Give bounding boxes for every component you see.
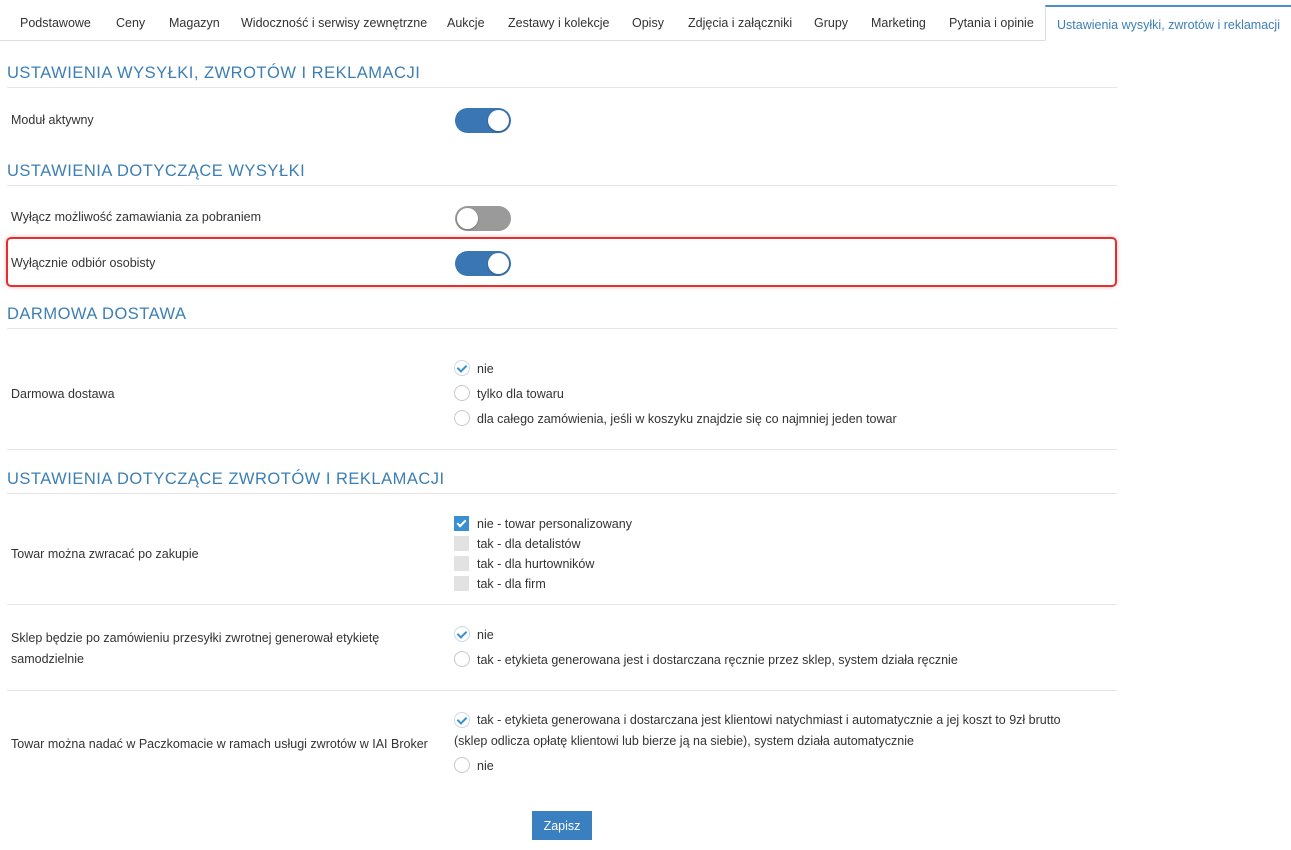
option-label: nie xyxy=(477,759,494,773)
option-label: tak - etykieta generowana jest i dostarc… xyxy=(477,653,958,667)
cod-disable-toggle[interactable] xyxy=(455,206,511,231)
divider xyxy=(7,87,1117,88)
option-label: dla całego zamówienia, jeśli w koszyku z… xyxy=(477,412,897,426)
save-button[interactable]: Zapisz xyxy=(532,811,592,840)
module-active-toggle[interactable] xyxy=(455,108,511,133)
radio[interactable] xyxy=(454,651,470,667)
tab-zestawy[interactable]: Zestawy i kolekcje xyxy=(508,6,609,40)
section-title-returns: USTAWIENIA DOTYCZĄCE ZWROTÓW I REKLAMACJ… xyxy=(7,470,445,488)
toggle-knob xyxy=(457,208,478,229)
tab-aukcje[interactable]: Aukcje xyxy=(447,6,485,40)
radio[interactable] xyxy=(454,757,470,773)
tab-grupy[interactable]: Grupy xyxy=(814,6,848,40)
option-label: tak - dla detalistów xyxy=(477,537,581,551)
tab-opisy[interactable]: Opisy xyxy=(632,6,664,40)
tab-magazyn[interactable]: Magazyn xyxy=(169,6,220,40)
cod-disable-label: Wyłącz możliwość zamawiania za pobraniem xyxy=(11,210,261,224)
tab-zdjecia[interactable]: Zdjęcia i załączniki xyxy=(688,6,792,40)
option-label: tak - dla hurtowników xyxy=(477,557,595,571)
tab-ceny[interactable]: Ceny xyxy=(116,6,145,40)
radio[interactable] xyxy=(454,410,470,426)
divider xyxy=(7,328,1117,329)
section-title-main: USTAWIENIA WYSYŁKI, ZWROTÓW I REKLAMACJI xyxy=(7,64,421,82)
section-title-free-delivery: DARMOWA DOSTAWA xyxy=(7,305,187,323)
module-active-label: Moduł aktywny xyxy=(11,113,94,127)
radio[interactable] xyxy=(454,385,470,401)
highlight-box xyxy=(6,237,1117,287)
divider xyxy=(7,690,1117,691)
radio-checked[interactable] xyxy=(454,626,470,642)
paczkomat-label: Towar można nadać w Paczkomacie w ramach… xyxy=(11,737,428,751)
tab-pytania[interactable]: Pytania i opinie xyxy=(949,6,1034,40)
paczkomat-option-tak-label: tak - etykieta generowana i dostarczana … xyxy=(454,713,1061,748)
free-delivery-label: Darmowa dostawa xyxy=(11,387,115,401)
divider xyxy=(7,493,1117,494)
toggle-knob xyxy=(488,253,509,274)
pickup-only-toggle[interactable] xyxy=(455,251,511,276)
tab-widocznosc[interactable]: Widoczność i serwisy zewnętrzne xyxy=(241,6,427,40)
checkbox[interactable] xyxy=(454,576,469,591)
option-label: tylko dla towaru xyxy=(477,387,564,401)
tab-bar: Podstawowe Ceny Magazyn Widoczność i ser… xyxy=(0,0,1291,41)
divider xyxy=(7,449,1117,450)
option-label: tak - dla firm xyxy=(477,577,546,591)
checkbox-checked[interactable] xyxy=(454,516,469,531)
label-generation-label: Sklep będzie po zamówieniu przesyłki zwr… xyxy=(11,631,380,666)
tab-marketing[interactable]: Marketing xyxy=(871,6,926,40)
radio-checked[interactable] xyxy=(454,360,470,376)
section-title-shipping: USTAWIENIA DOTYCZĄCE WYSYŁKI xyxy=(7,162,306,180)
pickup-only-label: Wyłącznie odbiór osobisty xyxy=(11,256,156,270)
returnable-label: Towar można zwracać po zakupie xyxy=(11,547,199,561)
tab-ustawienia-wysylki[interactable]: Ustawienia wysyłki, zwrotów i reklamacji xyxy=(1045,5,1291,41)
tab-podstawowe[interactable]: Podstawowe xyxy=(20,6,91,40)
checkbox[interactable] xyxy=(454,556,469,571)
option-label: nie - towar personalizowany xyxy=(477,517,632,531)
divider xyxy=(7,185,1117,186)
option-label: nie xyxy=(477,628,494,642)
divider xyxy=(7,604,1117,605)
checkbox[interactable] xyxy=(454,536,469,551)
toggle-knob xyxy=(488,110,509,131)
option-label: nie xyxy=(477,362,494,376)
